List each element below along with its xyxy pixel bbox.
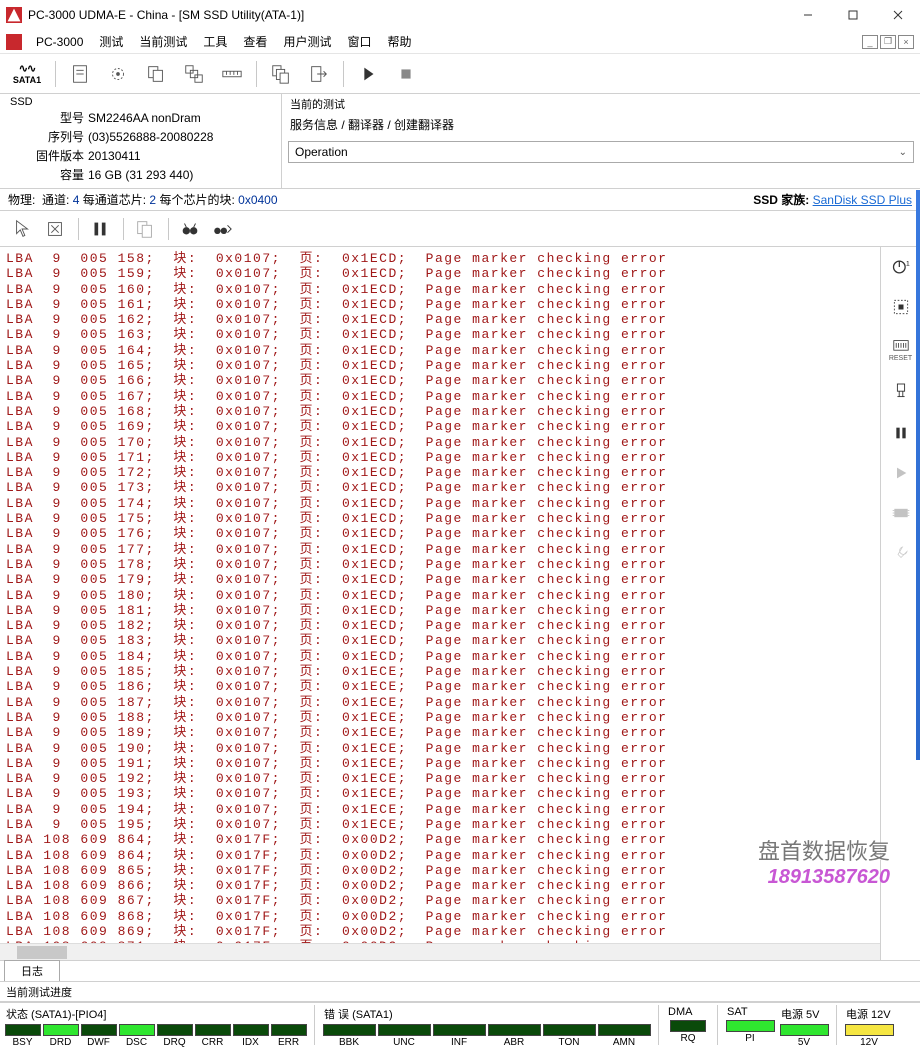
copy-icon[interactable]: [138, 57, 174, 91]
chip-icon[interactable]: [886, 499, 916, 527]
led-amn: AMN: [597, 1024, 651, 1048]
wrench-icon[interactable]: [886, 539, 916, 567]
led-drd: DRD: [42, 1024, 79, 1048]
tab-log[interactable]: 日志: [4, 960, 60, 981]
connector-icon[interactable]: [886, 379, 916, 407]
led-dma: RQ: [666, 1020, 710, 1044]
progress-label: 当前测试进度: [0, 982, 920, 1002]
stack-icon[interactable]: [176, 57, 212, 91]
test-header: 当前的测试: [288, 96, 914, 112]
document-icon[interactable]: [62, 57, 98, 91]
led-inf: INF: [432, 1024, 486, 1048]
menu-item[interactable]: 当前测试: [131, 35, 195, 49]
led-bbk: BBK: [322, 1024, 376, 1048]
copypage-icon[interactable]: [130, 215, 160, 243]
svg-text:1: 1: [906, 260, 910, 267]
menubar: PC-3000 测试当前测试工具查看用户测试窗口帮助 _ ❐ ×: [0, 30, 920, 54]
operation-dropdown[interactable]: Operation⌄: [288, 141, 914, 163]
ssd-serial: (03)5526888-20080228: [86, 127, 275, 146]
window-title: PC-3000 UDMA-E - China - [SM SSD Utility…: [28, 8, 785, 22]
search-next-icon[interactable]: [207, 215, 237, 243]
multicopy-icon[interactable]: [263, 57, 299, 91]
mdi-minimize[interactable]: _: [862, 35, 878, 49]
exit-icon[interactable]: [301, 57, 337, 91]
led-5v: 5V: [779, 1024, 829, 1048]
mdi-close[interactable]: ×: [898, 35, 914, 49]
side-play-icon[interactable]: [886, 459, 916, 487]
menu-item[interactable]: 窗口: [339, 35, 379, 49]
current-test-panel: 当前的测试 服务信息 / 翻译器 / 创建翻译器 Operation⌄: [282, 94, 920, 188]
stop-icon[interactable]: [388, 57, 424, 91]
status-bar: 状态 (SATA1)-[PIO4] BSYDRDDWFDSCDRQCRRIDXE…: [0, 1002, 920, 1056]
main-toolbar: ∿∿SATA1: [0, 54, 920, 94]
menu-item[interactable]: 查看: [235, 35, 275, 49]
led-dsc: DSC: [118, 1024, 155, 1048]
ruler-icon[interactable]: [214, 57, 250, 91]
horizontal-scrollbar[interactable]: [0, 943, 880, 960]
brand-icon: [6, 34, 22, 50]
led-dwf: DWF: [80, 1024, 117, 1048]
gear-icon[interactable]: [100, 57, 136, 91]
mdi-restore[interactable]: ❐: [880, 35, 896, 49]
side-toolbar: 1 RESET: [880, 247, 920, 960]
menu-item[interactable]: 测试: [91, 35, 131, 49]
close-button[interactable]: [875, 0, 920, 30]
sata-port-button[interactable]: ∿∿SATA1: [5, 57, 49, 91]
led-idx: IDX: [232, 1024, 269, 1048]
led-abr: ABR: [487, 1024, 541, 1048]
log-output[interactable]: LBA 9 005 158; 块: 0x0107; 页: 0x1ECD; Pag…: [0, 247, 880, 960]
power-icon[interactable]: 1: [886, 253, 916, 281]
chevron-down-icon: ⌄: [899, 147, 907, 158]
play-icon[interactable]: [350, 57, 386, 91]
reset-button[interactable]: RESET: [886, 333, 916, 367]
search-icon[interactable]: [175, 215, 205, 243]
ssd-model: SM2246AA nonDram: [86, 108, 275, 127]
log-toolbar: [0, 211, 920, 247]
delete-icon[interactable]: [40, 215, 70, 243]
ssd-firmware: 20130411: [86, 146, 275, 165]
minimize-button[interactable]: [785, 0, 830, 30]
led-12v: 12V: [844, 1024, 894, 1048]
led-err: ERR: [270, 1024, 307, 1048]
ssd-family-link[interactable]: SanDisk SSD Plus: [813, 193, 912, 207]
app-icon: [6, 7, 22, 23]
side-pause-icon[interactable]: [886, 419, 916, 447]
menu-app[interactable]: PC-3000: [28, 35, 91, 49]
ssd-capacity: 16 GB (31 293 440): [86, 165, 275, 184]
led-unc: UNC: [377, 1024, 431, 1048]
chip-square-icon[interactable]: [886, 293, 916, 321]
led-drq: DRQ: [156, 1024, 193, 1048]
side-sliver: [916, 190, 920, 760]
tabs-row: 日志: [0, 960, 920, 982]
led-sat: PI: [725, 1020, 775, 1044]
cursor-icon[interactable]: [8, 215, 38, 243]
maximize-button[interactable]: [830, 0, 875, 30]
titlebar: PC-3000 UDMA-E - China - [SM SSD Utility…: [0, 0, 920, 30]
menu-item[interactable]: 帮助: [379, 35, 419, 49]
led-ton: TON: [542, 1024, 596, 1048]
led-crr: CRR: [194, 1024, 231, 1048]
pause-icon[interactable]: [85, 215, 115, 243]
menu-item[interactable]: 工具: [195, 35, 235, 49]
led-bsy: BSY: [4, 1024, 41, 1048]
ssd-info-panel: ▾ SSD 型号SM2246AA nonDram 序列号(03)5526888-…: [0, 94, 282, 188]
breadcrumb: 服务信息 / 翻译器 / 创建翻译器: [288, 112, 914, 137]
ssd-header: SSD: [6, 96, 275, 108]
physical-info-row: 物理: 通道: 4 每通道芯片: 2 每个芯片的块: 0x0400 SSD 家族…: [0, 189, 920, 211]
menu-item[interactable]: 用户测试: [275, 35, 339, 49]
